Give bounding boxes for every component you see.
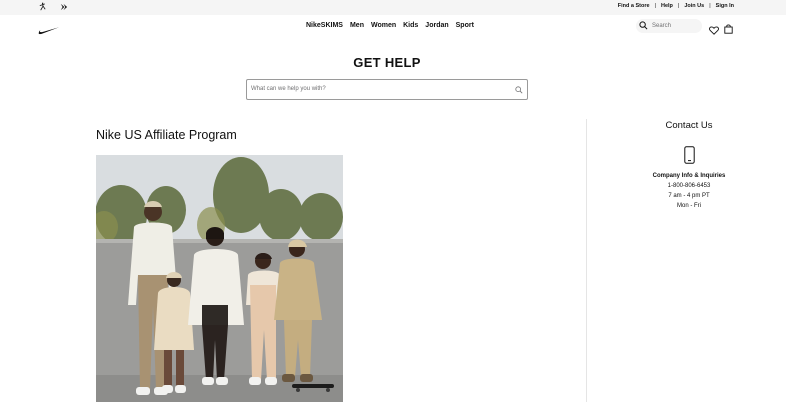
search-icon[interactable] xyxy=(639,20,652,32)
utility-bar: Find a Store | Help | Join Us | Sign In xyxy=(0,0,786,15)
nav-links: NikeSKIMS Men Women Kids Jordan Sport xyxy=(306,22,474,29)
nav-item-sport[interactable]: Sport xyxy=(456,22,474,29)
contact-subtitle: Company Info & Inquiries xyxy=(652,173,726,179)
nav-item-jordan[interactable]: Jordan xyxy=(425,22,448,29)
contact-title: Contact Us xyxy=(665,120,713,131)
page-title: GET HELP xyxy=(353,55,421,70)
help-search-placeholder: What can we help you with? xyxy=(251,86,326,92)
nav-item-nikeskims[interactable]: NikeSKIMS xyxy=(306,22,343,29)
contact-phone[interactable]: 1-800-806-6453 xyxy=(594,183,784,189)
contact-days: Mon - Fri xyxy=(677,203,701,209)
help-search-input[interactable]: What can we help you with? xyxy=(246,79,528,100)
hero-image xyxy=(96,155,343,402)
nav-search-input[interactable]: Search xyxy=(636,19,702,33)
contact-hours: 7 am - 4 pm PT xyxy=(668,193,710,199)
article-title: Nike US Affiliate Program xyxy=(96,128,237,142)
sign-in-link[interactable]: Sign In xyxy=(716,3,734,9)
separator: | xyxy=(654,3,656,9)
utility-links: Find a Store | Help | Join Us | Sign In xyxy=(618,3,734,9)
nav-item-women[interactable]: Women xyxy=(371,22,396,29)
bag-icon[interactable] xyxy=(724,21,733,39)
nav-search-placeholder: Search xyxy=(652,23,672,29)
nav-item-men[interactable]: Men xyxy=(350,22,364,29)
help-link[interactable]: Help xyxy=(661,3,673,9)
brand-icons xyxy=(38,2,68,12)
separator: | xyxy=(709,3,711,9)
phone-icon xyxy=(683,146,695,164)
contact-panel: Contact Us Company Info & Inquiries 1-80… xyxy=(594,118,784,209)
nike-swoosh-icon[interactable] xyxy=(38,22,60,40)
main-nav: NikeSKIMS Men Women Kids Jordan Sport Se… xyxy=(0,15,786,39)
column-divider xyxy=(586,119,587,402)
search-icon[interactable] xyxy=(515,86,523,94)
join-us-link[interactable]: Join Us xyxy=(684,3,704,9)
find-store-link[interactable]: Find a Store xyxy=(618,3,650,9)
jordan-jumpman-icon[interactable] xyxy=(38,2,47,12)
nav-item-kids[interactable]: Kids xyxy=(403,22,418,29)
converse-icon[interactable] xyxy=(59,2,68,12)
separator: | xyxy=(677,3,680,9)
heart-icon[interactable] xyxy=(709,22,719,40)
